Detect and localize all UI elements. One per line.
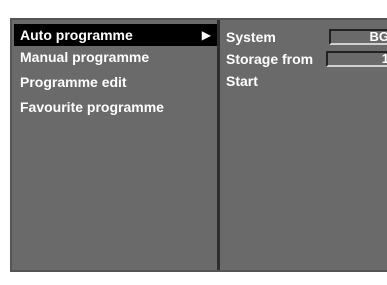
setting-row-storage-from: Storage from 1 [226, 48, 387, 70]
menu-item-programme-edit[interactable]: Programme edit [14, 71, 217, 93]
storage-from-label: Storage from [226, 51, 314, 67]
menu-item-manual-programme[interactable]: Manual programme [14, 46, 217, 68]
start-label[interactable]: Start [226, 73, 258, 89]
setting-row-system: System BG [226, 26, 387, 48]
menu-item-label: Programme edit [20, 74, 127, 90]
menu-item-label: Favourite programme [20, 99, 164, 115]
menu-item-auto-programme[interactable]: Auto programme ▶ [14, 24, 217, 46]
menu-item-label: Manual programme [20, 49, 150, 65]
storage-from-value-field[interactable]: 1 [326, 51, 387, 67]
menu-item-label: Auto programme [20, 27, 133, 43]
setting-row-start[interactable]: Start [226, 70, 387, 92]
system-label: System [226, 29, 276, 45]
submenu-arrow-icon: ▶ [201, 28, 211, 42]
auto-programme-settings-panel: System BG Storage from 1 Start [220, 22, 387, 270]
tv-menu-window: Auto programme ▶ Manual programme Progra… [10, 18, 387, 272]
menu-item-favourite-programme[interactable]: Favourite programme [14, 96, 217, 118]
programme-menu-panel: Auto programme ▶ Manual programme Progra… [14, 22, 217, 270]
system-value-field[interactable]: BG [329, 29, 387, 45]
